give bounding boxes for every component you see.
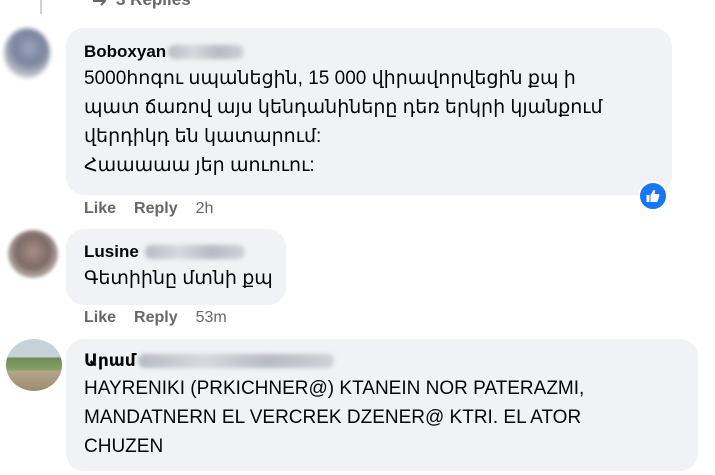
avatar[interactable] xyxy=(8,230,58,278)
thumbs-up-glyph xyxy=(646,189,660,202)
like-button[interactable]: Like xyxy=(84,200,116,218)
author-name: Lusine xyxy=(84,242,139,261)
comment-line: 5000հոգու սպանեցին, 15 000 վիրավորվեցին … xyxy=(84,68,576,89)
timestamp[interactable]: 53m xyxy=(196,309,227,327)
comment-text: 5000հոգու սպանեցին, 15 000 վիրավորվեցին … xyxy=(84,64,603,180)
comment-text: Գետիինը մտնի քպ xyxy=(84,264,273,293)
comment-line: MANDATNERN EL VERCREK DZENER@ KTRI. EL A… xyxy=(84,407,582,428)
comment-actions: Like Reply 2h xyxy=(84,200,213,218)
blurred-name xyxy=(168,45,245,59)
avatar[interactable] xyxy=(6,339,62,391)
view-replies-link[interactable]: 3 Replies xyxy=(92,0,191,10)
comment-author[interactable]: Արամ xyxy=(84,351,334,371)
comment-line: CHUZEN xyxy=(84,436,164,457)
blurred-name xyxy=(144,245,245,259)
blurred-name xyxy=(137,354,334,368)
comment-line: վերդիկդ են կատարում: xyxy=(84,126,322,147)
like-button[interactable]: Like xyxy=(84,309,116,327)
reply-arrow-icon xyxy=(93,0,107,6)
comment-line: Հաաաաա յեր աուուու: xyxy=(84,155,315,176)
reply-button[interactable]: Reply xyxy=(134,309,178,327)
thread-line xyxy=(40,0,42,14)
comment-line: Գետիինը մտնի քպ xyxy=(84,268,273,289)
comment-text: HAYRENIKI (PRKICHNER@) KTANEIN NOR PATER… xyxy=(84,374,584,461)
avatar[interactable] xyxy=(4,28,50,78)
comment-line: պատ ճառով այս կենդանիները դեռ երկրի կյան… xyxy=(84,97,603,118)
comment-actions: Like Reply 53m xyxy=(84,309,227,327)
comment-author[interactable]: Boboxyan xyxy=(84,42,245,62)
timestamp[interactable]: 2h xyxy=(196,200,214,218)
author-name: Արամ xyxy=(84,351,136,370)
comment-author[interactable]: Lusine xyxy=(84,242,245,262)
reply-button[interactable]: Reply xyxy=(134,200,178,218)
thumbs-up-icon[interactable] xyxy=(638,181,668,211)
author-name: Boboxyan xyxy=(84,42,167,61)
comment-line: HAYRENIKI (PRKICHNER@) KTANEIN NOR PATER… xyxy=(84,378,585,399)
replies-label: 3 Replies xyxy=(116,0,191,10)
